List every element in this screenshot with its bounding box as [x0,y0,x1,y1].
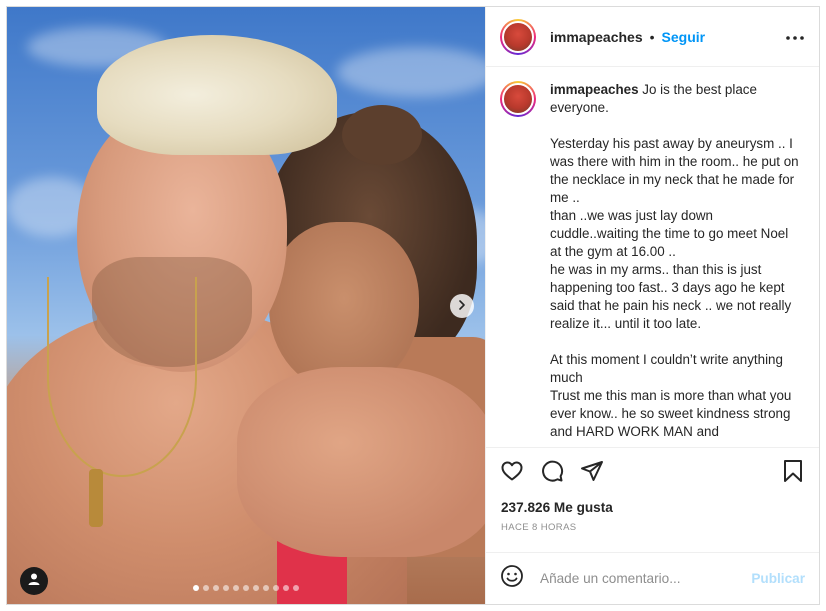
photo-woman-bun [342,105,422,165]
more-horizontal-icon [785,28,805,46]
carousel-dot [213,585,219,591]
header-username[interactable]: immapeaches [550,29,643,45]
carousel-dot [293,585,299,591]
carousel-dot [283,585,289,591]
share-button[interactable] [580,459,604,488]
carousel-dots [7,585,485,591]
photo-necklace [47,277,197,477]
photo-pendant [89,469,103,527]
emoji-button[interactable] [500,564,524,593]
carousel-dot [233,585,239,591]
carousel-dot [243,585,249,591]
comment-button[interactable] [540,459,564,488]
bookmark-icon [782,459,804,488]
caption-avatar[interactable] [500,81,536,117]
action-bar [486,448,819,498]
likes-count[interactable]: 237.826 Me gusta [486,498,819,518]
follow-button[interactable]: Seguir [662,29,706,45]
carousel-dot [263,585,269,591]
heart-icon [500,459,524,488]
caption: immapeaches Jo is the best place everyon… [550,81,800,447]
carousel-dot [223,585,229,591]
photo-man-hair [97,35,337,155]
save-button[interactable] [781,459,805,488]
photo-man-arm [237,367,485,557]
caption-section: immapeaches Jo is the best place everyon… [486,67,819,448]
instagram-post: immapeaches • Seguir immapeaches Jo is t… [6,6,820,605]
publish-button[interactable]: Publicar [751,571,805,586]
comment-input[interactable] [540,571,752,586]
comment-composer: Publicar [486,552,819,604]
paper-plane-icon [580,459,604,488]
like-button[interactable] [500,461,524,485]
carousel-next-button[interactable] [450,294,474,318]
smiley-icon [500,564,524,593]
carousel-dot [273,585,279,591]
post-photo[interactable] [7,7,485,604]
carousel-dot [203,585,209,591]
tag-button[interactable] [20,567,48,595]
post-timestamp[interactable]: HACE 8 HORAS [486,518,819,538]
carousel-dot [193,585,199,591]
chevron-right-icon [457,297,467,315]
caption-body: Jo is the best place everyone. Yesterday… [550,82,799,439]
user-tag-icon [27,572,41,591]
comment-icon [540,459,564,488]
header-separator: • [649,28,655,45]
avatar[interactable] [500,18,536,55]
post-header: immapeaches • Seguir [486,7,819,67]
more-options-button[interactable] [783,25,807,49]
caption-username[interactable]: immapeaches [550,82,639,97]
carousel-dot [253,585,259,591]
post-details-panel: immapeaches • Seguir immapeaches Jo is t… [485,7,819,604]
